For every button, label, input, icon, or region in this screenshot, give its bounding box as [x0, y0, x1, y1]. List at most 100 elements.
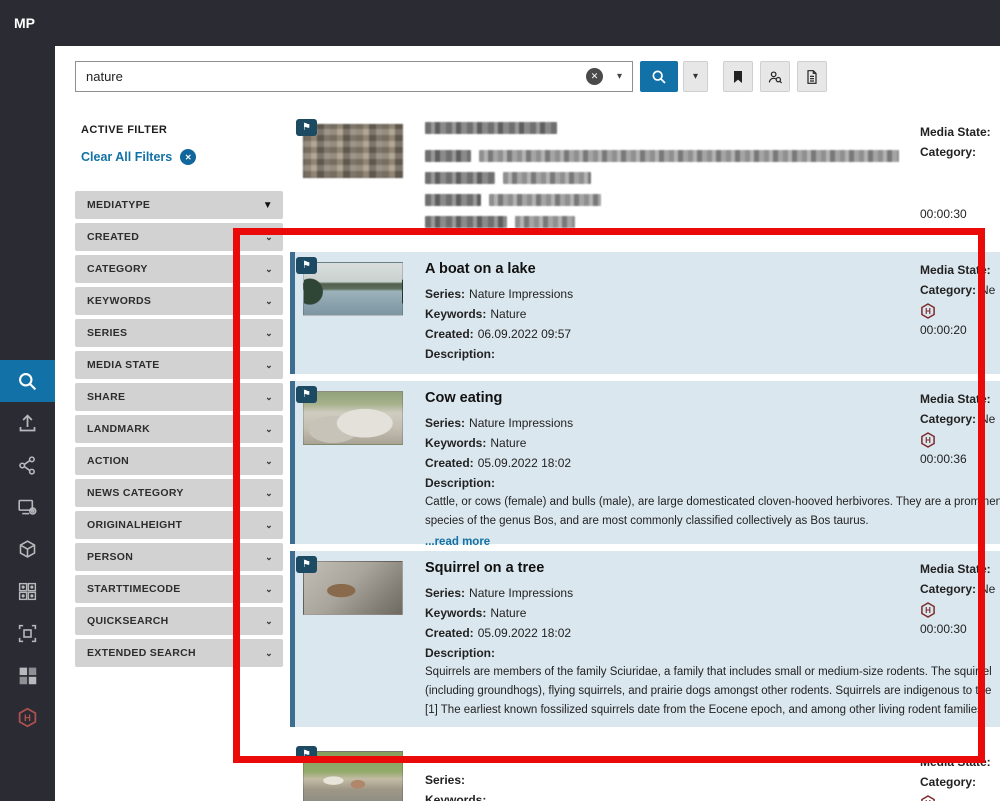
result-text: Squirrel on a tree Series:Nature Impress… [425, 559, 992, 720]
filter-label: QUICKSEARCH [87, 615, 168, 627]
chevron-down-icon: ⌄ [265, 392, 273, 403]
search-input[interactable] [86, 69, 586, 84]
chevron-down-icon: ▾ [693, 71, 698, 82]
filter-originalheight[interactable]: ORIGINALHEIGHT ⌄ [75, 511, 283, 539]
duration: 00:00:20 [920, 320, 1000, 340]
chevron-down-icon: ⌄ [265, 552, 273, 563]
chevron-down-icon: ⌄ [265, 328, 273, 339]
hexagon-h-badge: H [920, 602, 1000, 618]
result-meta: Media State: Category:Ne H 00:00:20 [920, 260, 1000, 340]
result-item-partial[interactable]: ⚑ Series: Keywords: Media State: Categor… [290, 744, 1000, 801]
thumbnail[interactable]: ⚑ [303, 561, 403, 615]
clear-search-icon[interactable]: ✕ [586, 68, 603, 85]
filter-person[interactable]: PERSON ⌄ [75, 543, 283, 571]
keywords-label: Keywords: [425, 307, 486, 321]
category-label: Category: [920, 775, 976, 789]
description-line: Cattle, or cows (female) and bulls (male… [425, 493, 1000, 512]
nav-cube[interactable] [0, 528, 55, 570]
nav-app-grid[interactable] [0, 654, 55, 696]
category-value: Ne [980, 283, 995, 297]
bookmark-button[interactable] [723, 61, 753, 92]
result-text: A boat on a lake Series:Nature Impressio… [425, 260, 573, 364]
search-suggest-caret-icon[interactable]: ▾ [617, 71, 622, 82]
thumbnail[interactable]: ⚑ [303, 751, 403, 801]
filter-mediatype[interactable]: MEDIATYPE ▼ [75, 191, 283, 219]
nav-search[interactable] [0, 360, 55, 402]
filter-action[interactable]: ACTION ⌄ [75, 447, 283, 475]
created-value: 06.09.2022 09:57 [478, 327, 571, 341]
filter-starttimecode[interactable]: STARTTIMECODE ⌄ [75, 575, 283, 603]
media-state-label: Media State: [920, 125, 991, 139]
thumbnail-image-boat [303, 262, 403, 316]
user-search-button[interactable] [760, 61, 790, 92]
left-nav-rail: H [0, 46, 55, 801]
filter-label: ACTION [87, 455, 129, 467]
category-label: Category: [920, 145, 976, 159]
result-title: Cow eating [425, 389, 1000, 407]
thumbnail[interactable]: ⚑ [303, 124, 403, 178]
document-button[interactable] [797, 61, 827, 92]
nav-upload[interactable] [0, 402, 55, 444]
clear-filters-x-icon[interactable]: ✕ [180, 149, 196, 165]
thumbnail[interactable]: ⚑ [303, 391, 403, 445]
media-type-flag-icon: ⚑ [296, 257, 317, 274]
filter-media-state[interactable]: MEDIA STATE ⌄ [75, 351, 283, 379]
filter-news-category[interactable]: NEWS CATEGORY ⌄ [75, 479, 283, 507]
hexagon-h-badge: H [920, 795, 1000, 801]
filter-label: KEYWORDS [87, 295, 151, 307]
redacted-text-bar [479, 150, 899, 162]
chevron-down-icon: ⌄ [265, 296, 273, 307]
filter-label: LANDMARK [87, 423, 150, 435]
nav-media-settings[interactable] [0, 486, 55, 528]
result-item-squirrel[interactable]: ⚑ Squirrel on a tree Series:Nature Impre… [290, 551, 1000, 727]
category-value: Ne [980, 582, 995, 596]
chevron-down-icon: ⌄ [265, 520, 273, 531]
app-logo[interactable]: MP [14, 15, 35, 31]
read-more-link[interactable]: ...read more [425, 536, 1000, 548]
results-list: ⚑ Media State: Category: 00:00:30 [290, 114, 1000, 801]
filter-keywords[interactable]: KEYWORDS ⌄ [75, 287, 283, 315]
filter-label: MEDIATYPE [87, 199, 150, 211]
qr-scan-icon [17, 623, 38, 644]
keywords-label: Keywords: [425, 436, 486, 450]
chevron-down-icon: ▼ [263, 200, 273, 211]
media-settings-icon [17, 497, 38, 518]
redacted-text-block [425, 114, 965, 224]
search-button[interactable] [640, 61, 678, 92]
hexagon-h-badge: H [920, 303, 1000, 319]
active-filter-title: ACTIVE FILTER [81, 124, 283, 136]
redacted-text-bar [515, 216, 575, 228]
thumbnail-image-redacted [303, 124, 403, 178]
filter-series[interactable]: SERIES ⌄ [75, 319, 283, 347]
created-label: Created: [425, 456, 474, 470]
filter-share[interactable]: SHARE ⌄ [75, 383, 283, 411]
media-type-flag-icon: ⚑ [296, 386, 317, 403]
keywords-value: Nature [490, 307, 526, 321]
filter-quicksearch[interactable]: QUICKSEARCH ⌄ [75, 607, 283, 635]
filter-label: MEDIA STATE [87, 359, 160, 371]
filter-extended-search[interactable]: EXTENDED SEARCH ⌄ [75, 639, 283, 667]
tiles-icon [17, 581, 38, 602]
filter-created[interactable]: CREATED ⌄ [75, 223, 283, 251]
result-meta: Media State: Category: 00:00:30 [920, 122, 1000, 224]
media-state-label: Media State: [920, 562, 991, 576]
svg-text:H: H [24, 713, 31, 724]
main-row: ACTIVE FILTER Clear All Filters ✕ MEDIAT… [75, 114, 1000, 801]
series-label: Series: [425, 773, 465, 787]
result-item-boat[interactable]: ⚑ A boat on a lake Series:Nature Impress… [290, 252, 1000, 374]
filter-landmark[interactable]: LANDMARK ⌄ [75, 415, 283, 443]
result-item-cow[interactable]: ⚑ Cow eating Series:Nature Impressions K… [290, 381, 1000, 544]
search-box[interactable]: ✕ ▾ [75, 61, 633, 92]
search-options-button[interactable]: ▾ [683, 61, 708, 92]
nav-brand[interactable]: H [0, 696, 55, 738]
thumbnail[interactable]: ⚑ [303, 262, 403, 316]
nav-share-network[interactable] [0, 444, 55, 486]
nav-qr-scan[interactable] [0, 612, 55, 654]
result-item-redacted[interactable]: ⚑ Media State: Category: 00:00:30 [290, 114, 1000, 224]
description-label: Description: [425, 344, 573, 364]
filter-category[interactable]: CATEGORY ⌄ [75, 255, 283, 283]
nav-tiles[interactable] [0, 570, 55, 612]
clear-all-filters[interactable]: Clear All Filters ✕ [81, 149, 283, 165]
result-text: Cow eating Series:Nature Impressions Key… [425, 389, 1000, 548]
document-icon [804, 69, 820, 85]
